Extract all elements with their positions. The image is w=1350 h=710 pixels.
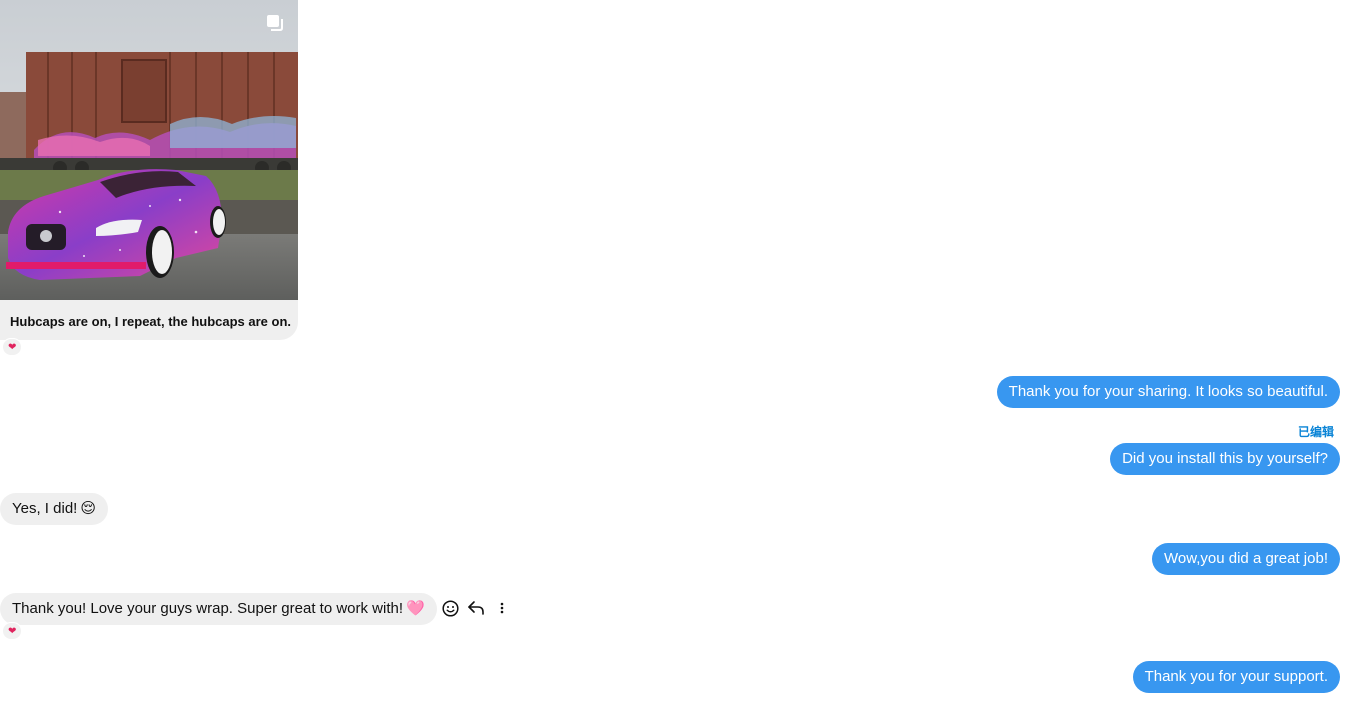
relieved-face-emoji: 😌: [80, 500, 96, 518]
more-vertical-icon: [500, 602, 504, 614]
outgoing-message[interactable]: Did you install this by yourself?: [1110, 443, 1340, 475]
edited-label: 已编辑: [1297, 425, 1334, 439]
reply-arrow-icon: [468, 601, 484, 615]
chat-thread: Hubcaps are on, I repeat, the hubcaps ar…: [0, 0, 1350, 710]
heart-icon: ❤: [8, 625, 17, 637]
shared-post-card[interactable]: Hubcaps are on, I repeat, the hubcaps ar…: [0, 0, 298, 340]
outgoing-message[interactable]: Wow,you did a great job!: [1152, 543, 1340, 575]
more-button[interactable]: [493, 598, 511, 618]
outgoing-message[interactable]: Thank you for your support.: [1132, 661, 1340, 693]
reply-button[interactable]: [467, 598, 485, 618]
heart-icon: ❤: [8, 341, 17, 353]
multiple-images-icon: [267, 15, 283, 31]
message-actions: [441, 598, 511, 618]
heart-reaction[interactable]: ❤: [2, 622, 23, 640]
post-image[interactable]: [0, 0, 298, 300]
smiley-icon: [441, 599, 459, 617]
outgoing-message[interactable]: Thank you for your sharing. It looks so …: [996, 376, 1340, 408]
incoming-message[interactable]: Thank you! Love your guys wrap. Super gr…: [0, 593, 437, 625]
message-text: Thank you! Love your guys wrap. Super gr…: [12, 600, 404, 617]
post-caption: Hubcaps are on, I repeat, the hubcaps ar…: [10, 314, 292, 329]
pink-heart-emoji: 🩷: [406, 600, 425, 618]
react-button[interactable]: [441, 598, 459, 618]
message-text: Yes, I did!: [12, 500, 78, 517]
incoming-message[interactable]: Yes, I did! 😌: [0, 493, 108, 525]
heart-reaction[interactable]: ❤: [2, 338, 23, 356]
